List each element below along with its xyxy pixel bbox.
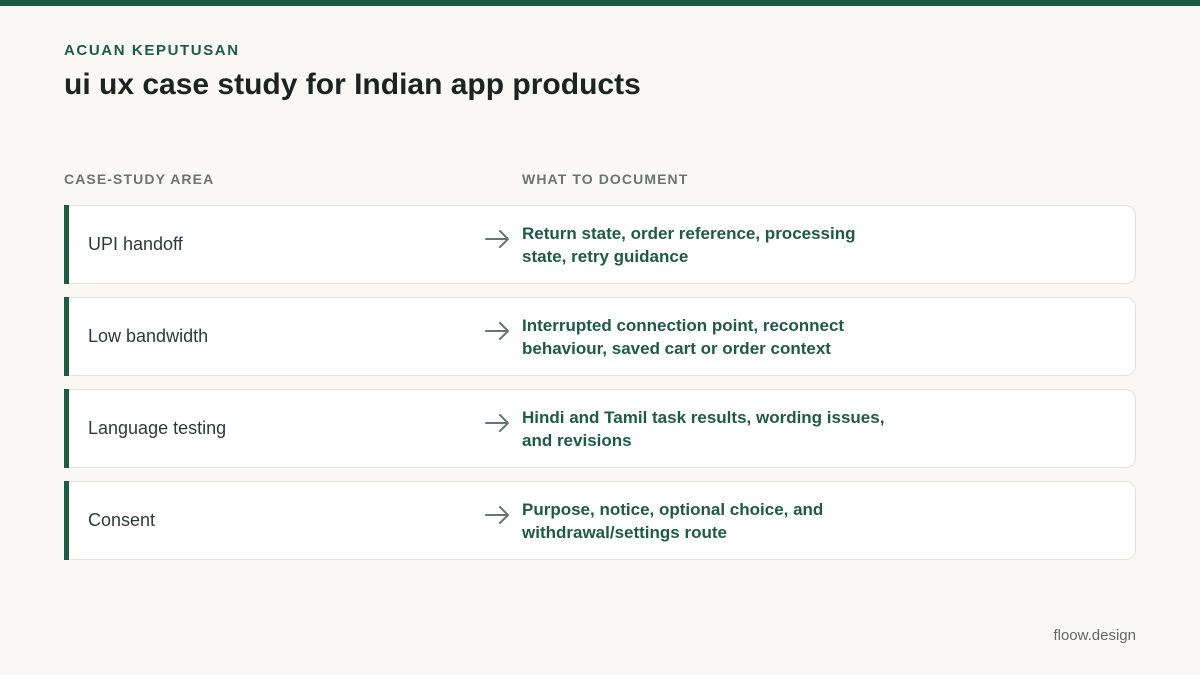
row-accent-bar	[64, 297, 69, 376]
arrow-right-icon	[485, 230, 509, 248]
table-row: Low bandwidth Interrupted connection poi…	[64, 297, 1136, 376]
arrow-right-icon	[485, 322, 509, 340]
row-area-label: Consent	[88, 510, 156, 530]
case-study-table: UPI handoff Return state, order referenc…	[64, 205, 1136, 573]
column-header-document: WHAT TO DOCUMENT	[522, 171, 689, 187]
table-row: UPI handoff Return state, order referenc…	[64, 205, 1136, 284]
row-document-text: Hindi and Tamil task results, wording is…	[522, 407, 885, 450]
table-row: Language testing Hindi and Tamil task re…	[64, 389, 1136, 468]
page-title: ui ux case study for Indian app products	[64, 68, 641, 101]
row-document-text: Interrupted connection point, reconnect …	[522, 315, 845, 358]
row-area-label: Language testing	[88, 418, 227, 438]
arrow-right-icon	[485, 414, 509, 432]
row-accent-bar	[64, 481, 69, 560]
table-row: Consent Purpose, notice, optional choice…	[64, 481, 1136, 560]
row-document-text: Return state, order reference, processin…	[522, 223, 856, 266]
footer-brand: floow.design	[1053, 627, 1136, 644]
row-area-label: UPI handoff	[88, 234, 183, 254]
row-area-label: Low bandwidth	[88, 326, 209, 346]
row-accent-bar	[64, 389, 69, 468]
eyebrow-label: ACUAN KEPUTUSAN	[64, 42, 240, 59]
arrow-right-icon	[485, 506, 509, 524]
row-accent-bar	[64, 205, 69, 284]
top-accent-bar	[0, 0, 1200, 6]
row-document-text: Purpose, notice, optional choice, and wi…	[522, 499, 824, 542]
column-header-area: CASE-STUDY AREA	[64, 171, 215, 187]
